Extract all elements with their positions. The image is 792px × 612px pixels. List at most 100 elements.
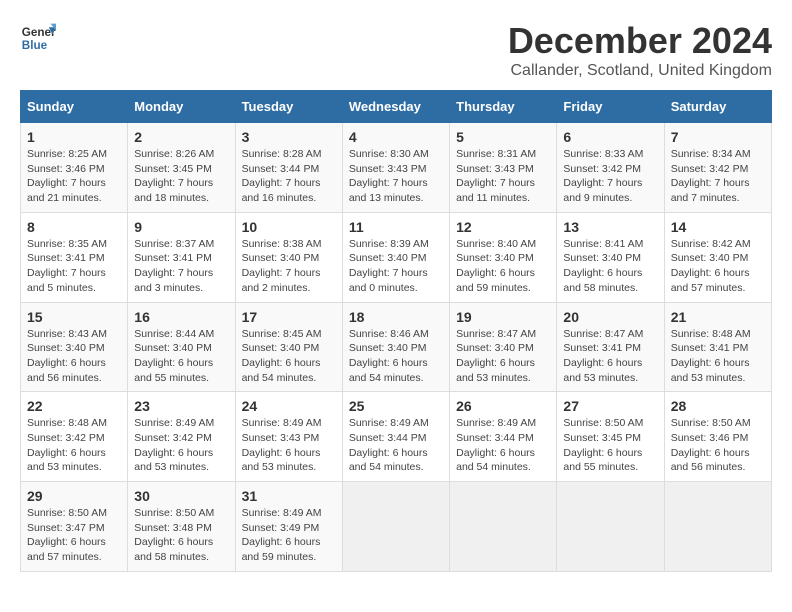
day-info: Sunrise: 8:49 AMSunset: 3:42 PMDaylight:… (134, 416, 228, 475)
page-header: General Blue December 2024 Callander, Sc… (20, 20, 772, 80)
day-info: Sunrise: 8:49 AMSunset: 3:44 PMDaylight:… (349, 416, 443, 475)
day-number: 8 (27, 219, 121, 235)
day-number: 15 (27, 309, 121, 325)
day-info: Sunrise: 8:50 AMSunset: 3:46 PMDaylight:… (671, 416, 765, 475)
calendar-cell (557, 482, 664, 572)
day-info: Sunrise: 8:26 AMSunset: 3:45 PMDaylight:… (134, 147, 228, 206)
day-info: Sunrise: 8:37 AMSunset: 3:41 PMDaylight:… (134, 237, 228, 296)
day-info: Sunrise: 8:46 AMSunset: 3:40 PMDaylight:… (349, 327, 443, 386)
calendar-header-saturday: Saturday (664, 91, 771, 123)
calendar-cell (664, 482, 771, 572)
calendar-body: 1 Sunrise: 8:25 AMSunset: 3:46 PMDaylight… (21, 123, 772, 572)
calendar-cell: 28 Sunrise: 8:50 AMSunset: 3:46 PMDayligh… (664, 392, 771, 482)
day-number: 25 (349, 398, 443, 414)
calendar-cell: 30 Sunrise: 8:50 AMSunset: 3:48 PMDayligh… (128, 482, 235, 572)
day-number: 23 (134, 398, 228, 414)
day-info: Sunrise: 8:25 AMSunset: 3:46 PMDaylight:… (27, 147, 121, 206)
day-info: Sunrise: 8:50 AMSunset: 3:48 PMDaylight:… (134, 506, 228, 565)
calendar-cell: 22Sunrise: 8:48 AMSunset: 3:42 PMDayligh… (21, 392, 128, 482)
day-info: Sunrise: 8:33 AMSunset: 3:42 PMDaylight:… (563, 147, 657, 206)
day-info: Sunrise: 8:42 AMSunset: 3:40 PMDaylight:… (671, 237, 765, 296)
calendar-table: SundayMondayTuesdayWednesdayThursdayFrid… (20, 90, 772, 572)
svg-text:Blue: Blue (22, 39, 48, 52)
calendar-cell (450, 482, 557, 572)
calendar-cell: 25 Sunrise: 8:49 AMSunset: 3:44 PMDayligh… (342, 392, 449, 482)
day-number: 30 (134, 488, 228, 504)
day-info: Sunrise: 8:38 AMSunset: 3:40 PMDaylight:… (242, 237, 336, 296)
day-info: Sunrise: 8:49 AMSunset: 3:44 PMDaylight:… (456, 416, 550, 475)
calendar-week-row: 15 Sunrise: 8:43 AMSunset: 3:40 PMDayligh… (21, 302, 772, 392)
day-number: 29 (27, 488, 121, 504)
calendar-cell: 26 Sunrise: 8:49 AMSunset: 3:44 PMDayligh… (450, 392, 557, 482)
day-info: Sunrise: 8:34 AMSunset: 3:42 PMDaylight:… (671, 147, 765, 206)
calendar-cell: 4Sunrise: 8:30 AMSunset: 3:43 PMDaylight… (342, 123, 449, 213)
calendar-cell: 11 Sunrise: 8:39 AMSunset: 3:40 PMDayligh… (342, 212, 449, 302)
day-number: 2 (134, 129, 228, 145)
day-info: Sunrise: 8:44 AMSunset: 3:40 PMDaylight:… (134, 327, 228, 386)
calendar-header-sunday: Sunday (21, 91, 128, 123)
day-number: 28 (671, 398, 765, 414)
day-info: Sunrise: 8:41 AMSunset: 3:40 PMDaylight:… (563, 237, 657, 296)
day-number: 20 (563, 309, 657, 325)
day-number: 24 (242, 398, 336, 414)
logo: General Blue (20, 20, 60, 56)
day-number: 6 (563, 129, 657, 145)
calendar-cell (342, 482, 449, 572)
calendar-header-monday: Monday (128, 91, 235, 123)
day-number: 4 (349, 129, 443, 145)
day-number: 7 (671, 129, 765, 145)
calendar-cell: 8 Sunrise: 8:35 AMSunset: 3:41 PMDaylight… (21, 212, 128, 302)
calendar-cell: 29 Sunrise: 8:50 AMSunset: 3:47 PMDayligh… (21, 482, 128, 572)
day-info: Sunrise: 8:48 AMSunset: 3:41 PMDaylight:… (671, 327, 765, 386)
location-subtitle: Callander, Scotland, United Kingdom (508, 62, 772, 80)
day-number: 9 (134, 219, 228, 235)
calendar-week-row: 8 Sunrise: 8:35 AMSunset: 3:41 PMDaylight… (21, 212, 772, 302)
month-title: December 2024 (508, 20, 772, 62)
day-number: 26 (456, 398, 550, 414)
day-number: 11 (349, 219, 443, 235)
calendar-cell: 18 Sunrise: 8:46 AMSunset: 3:40 PMDayligh… (342, 302, 449, 392)
day-number: 13 (563, 219, 657, 235)
calendar-cell: 14 Sunrise: 8:42 AMSunset: 3:40 PMDayligh… (664, 212, 771, 302)
calendar-cell: 3 Sunrise: 8:28 AMSunset: 3:44 PMDaylight… (235, 123, 342, 213)
day-number: 17 (242, 309, 336, 325)
day-number: 18 (349, 309, 443, 325)
calendar-cell: 10 Sunrise: 8:38 AMSunset: 3:40 PMDayligh… (235, 212, 342, 302)
calendar-cell: 16Sunrise: 8:44 AMSunset: 3:40 PMDayligh… (128, 302, 235, 392)
day-number: 14 (671, 219, 765, 235)
calendar-cell: 24 Sunrise: 8:49 AMSunset: 3:43 PMDayligh… (235, 392, 342, 482)
calendar-cell: 2 Sunrise: 8:26 AMSunset: 3:45 PMDaylight… (128, 123, 235, 213)
day-info: Sunrise: 8:28 AMSunset: 3:44 PMDaylight:… (242, 147, 336, 206)
day-number: 19 (456, 309, 550, 325)
day-number: 1 (27, 129, 121, 145)
day-number: 3 (242, 129, 336, 145)
day-info: Sunrise: 8:48 AMSunset: 3:42 PMDaylight:… (27, 416, 121, 475)
calendar-cell: 1 Sunrise: 8:25 AMSunset: 3:46 PMDaylight… (21, 123, 128, 213)
day-number: 5 (456, 129, 550, 145)
day-info: Sunrise: 8:35 AMSunset: 3:41 PMDaylight:… (27, 237, 121, 296)
calendar-cell: 7 Sunrise: 8:34 AMSunset: 3:42 PMDaylight… (664, 123, 771, 213)
calendar-week-row: 1 Sunrise: 8:25 AMSunset: 3:46 PMDaylight… (21, 123, 772, 213)
day-number: 10 (242, 219, 336, 235)
day-info: Sunrise: 8:43 AMSunset: 3:40 PMDaylight:… (27, 327, 121, 386)
calendar-header-wednesday: Wednesday (342, 91, 449, 123)
day-number: 12 (456, 219, 550, 235)
day-info: Sunrise: 8:50 AMSunset: 3:47 PMDaylight:… (27, 506, 121, 565)
calendar-cell: 17Sunrise: 8:45 AMSunset: 3:40 PMDayligh… (235, 302, 342, 392)
day-info: Sunrise: 8:31 AMSunset: 3:43 PMDaylight:… (456, 147, 550, 206)
calendar-header-thursday: Thursday (450, 91, 557, 123)
calendar-week-row: 29 Sunrise: 8:50 AMSunset: 3:47 PMDayligh… (21, 482, 772, 572)
logo-icon: General Blue (20, 20, 56, 56)
calendar-cell: 13 Sunrise: 8:41 AMSunset: 3:40 PMDayligh… (557, 212, 664, 302)
day-info: Sunrise: 8:49 AMSunset: 3:43 PMDaylight:… (242, 416, 336, 475)
calendar-cell: 31Sunrise: 8:49 AMSunset: 3:49 PMDayligh… (235, 482, 342, 572)
day-info: Sunrise: 8:50 AMSunset: 3:45 PMDaylight:… (563, 416, 657, 475)
calendar-header-friday: Friday (557, 91, 664, 123)
calendar-week-row: 22Sunrise: 8:48 AMSunset: 3:42 PMDayligh… (21, 392, 772, 482)
day-info: Sunrise: 8:39 AMSunset: 3:40 PMDaylight:… (349, 237, 443, 296)
calendar-header-row: SundayMondayTuesdayWednesdayThursdayFrid… (21, 91, 772, 123)
day-info: Sunrise: 8:47 AMSunset: 3:41 PMDaylight:… (563, 327, 657, 386)
calendar-cell: 15 Sunrise: 8:43 AMSunset: 3:40 PMDayligh… (21, 302, 128, 392)
calendar-cell: 5 Sunrise: 8:31 AMSunset: 3:43 PMDaylight… (450, 123, 557, 213)
day-number: 27 (563, 398, 657, 414)
